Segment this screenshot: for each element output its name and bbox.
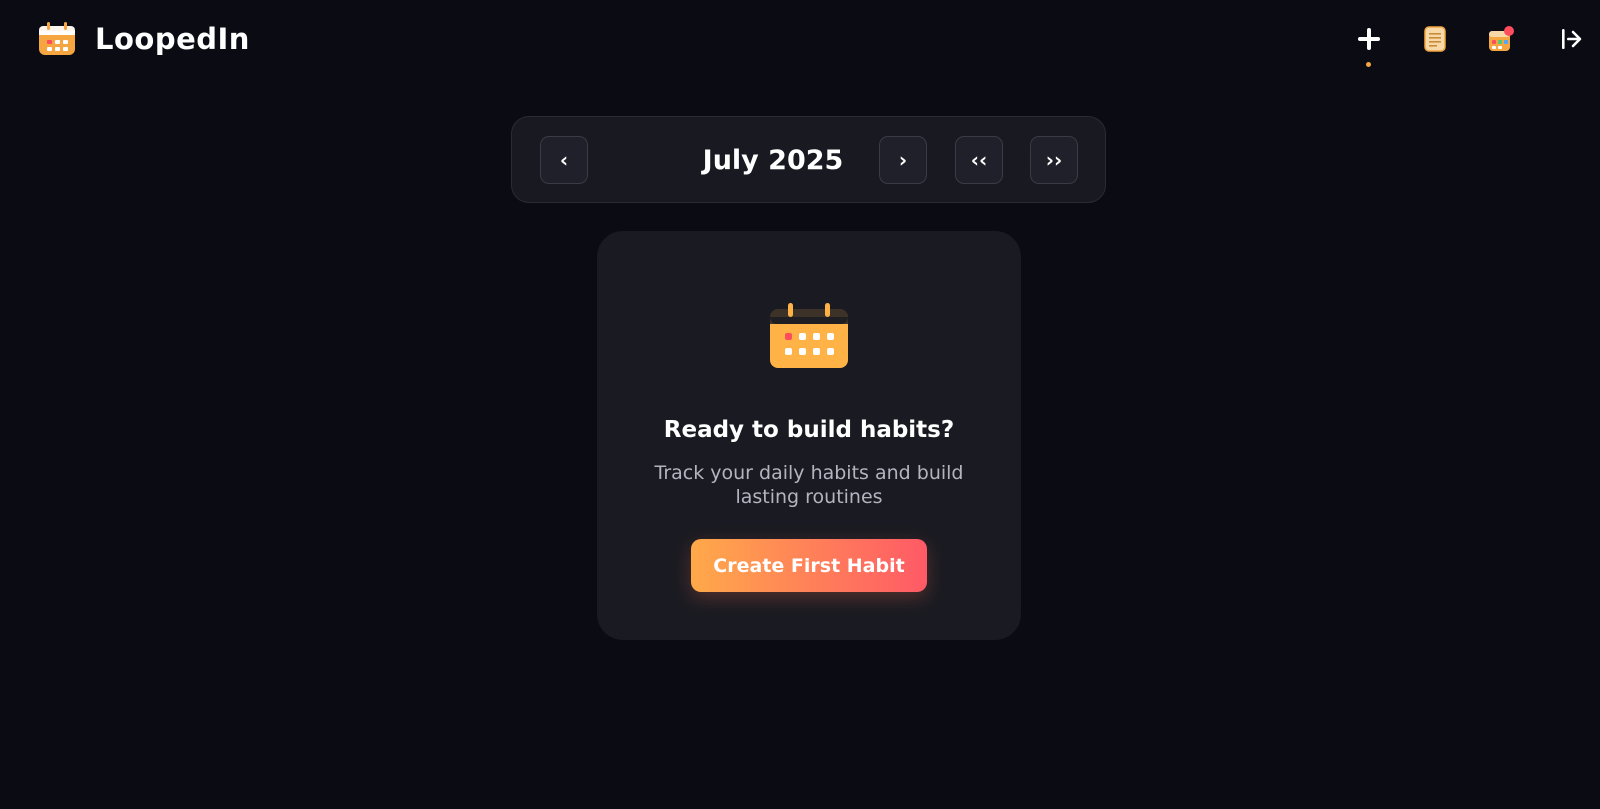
month-navigator: ‹ July 2025 › ‹‹ ›› <box>511 116 1106 203</box>
active-indicator <box>1366 62 1371 67</box>
jump-forward-button[interactable]: ›› <box>1030 136 1078 184</box>
create-first-habit-button[interactable]: Create First Habit <box>691 539 927 592</box>
notepad-icon <box>1424 26 1446 56</box>
empty-state-subtitle: Track your daily habits and build lastin… <box>654 462 964 508</box>
add-habit-button[interactable] <box>1350 22 1388 60</box>
brand[interactable]: LoopedIn <box>38 22 250 56</box>
plus-icon <box>1356 26 1382 56</box>
calendar-icon <box>769 303 849 369</box>
jump-back-button[interactable]: ‹‹ <box>955 136 1003 184</box>
prev-month-button[interactable]: ‹ <box>540 136 588 184</box>
calendar-view-button[interactable] <box>1482 22 1520 60</box>
empty-state-title: Ready to build habits? <box>663 417 955 443</box>
calendar-logo-icon <box>38 22 76 56</box>
app-name: LoopedIn <box>95 22 250 56</box>
app-header: LoopedIn <box>0 0 1600 84</box>
logout-button[interactable] <box>1552 22 1590 60</box>
empty-state-card: Ready to build habits? Track your daily … <box>597 231 1021 640</box>
notes-button[interactable] <box>1416 22 1454 60</box>
calendar-badge-icon <box>1487 25 1515 57</box>
logout-arrow-icon <box>1559 27 1583 55</box>
next-month-button[interactable]: › <box>879 136 927 184</box>
